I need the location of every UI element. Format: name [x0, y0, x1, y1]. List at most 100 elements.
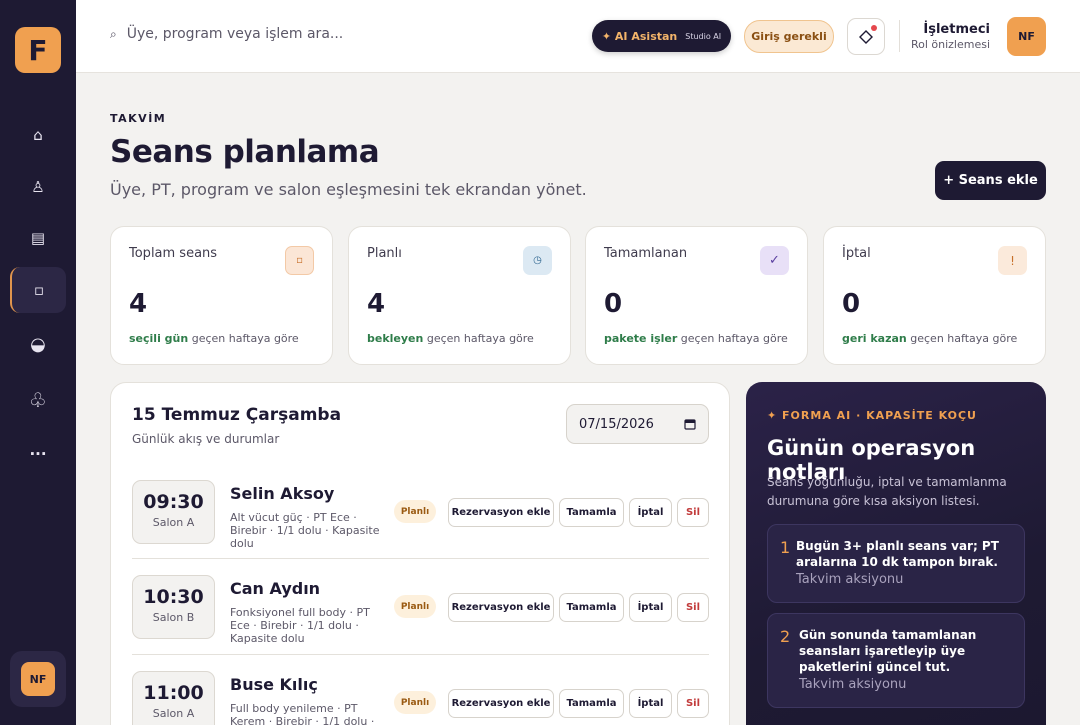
- cancel-button[interactable]: İptal: [629, 498, 672, 527]
- stat-footnote: bekleyen geçen haftaya göre: [367, 332, 534, 345]
- add-session-button[interactable]: + Seans ekle: [935, 161, 1046, 200]
- note-tag: Takvim aksiyonu: [799, 677, 907, 692]
- sidebar-user[interactable]: NF: [10, 651, 66, 707]
- delete-button[interactable]: Sil: [677, 593, 709, 622]
- diamond-icon: [859, 29, 873, 44]
- session-details: Fonksiyonel full body · PT Ece · Birebir…: [230, 606, 370, 645]
- stat-suffix: geçen haftaya göre: [423, 332, 534, 345]
- calendar-icon: ▫: [33, 281, 45, 299]
- stat-label: Toplam seans: [129, 246, 218, 261]
- page-eyebrow: TAKVİM: [110, 112, 167, 125]
- stat-value: 0: [604, 289, 623, 319]
- delete-button[interactable]: Sil: [677, 498, 709, 527]
- session-room: Salon B: [152, 611, 195, 624]
- day-subtitle: Günlük akış ve durumlar: [132, 432, 280, 446]
- complete-button[interactable]: Tamamla: [559, 593, 624, 622]
- stat-highlight: pakete işler: [604, 332, 678, 345]
- time-box: 09:30 Salon A: [132, 480, 215, 544]
- user-info: İşletmeci Rol önizlemesi: [911, 22, 990, 51]
- session-row: 09:30 Salon A Selin Aksoy Alt vücut güç …: [132, 480, 709, 559]
- insight-note[interactable]: 2 Gün sonunda tamamlanan seansları işare…: [767, 613, 1025, 708]
- insight-subtitle: Seans yoğunluğu, iptal ve tamamlanma dur…: [767, 475, 1007, 508]
- stat-label: Tamamlanan: [604, 246, 688, 261]
- note-tag: Takvim aksiyonu: [796, 572, 904, 587]
- status-badge: Planlı: [394, 691, 436, 714]
- nav-programs[interactable]: ▤: [10, 215, 66, 261]
- ai-assistant-label: ✦ AI Asistan: [601, 29, 678, 43]
- cancel-button[interactable]: İptal: [629, 689, 672, 718]
- member-name[interactable]: Can Aydın: [230, 579, 320, 598]
- add-reservation-button[interactable]: Rezervasyon ekle: [448, 593, 554, 622]
- stat-suffix: geçen haftaya göre: [188, 332, 299, 345]
- stat-value: 0: [842, 289, 861, 319]
- half-circle-icon: ◒: [30, 333, 46, 355]
- delete-button[interactable]: Sil: [677, 689, 709, 718]
- session-row: 10:30 Salon B Can Aydın Fonksiyonel full…: [132, 575, 709, 655]
- app-logo[interactable]: F: [15, 27, 61, 73]
- nav-reports[interactable]: ◒: [10, 321, 66, 367]
- session-room: Salon A: [152, 707, 195, 720]
- nav-clubs[interactable]: ♧: [10, 377, 66, 423]
- search-input[interactable]: Üye, program veya işlem ara...: [127, 26, 344, 42]
- note-text: Bugün 3+ planlı seans var; PT aralarına …: [796, 539, 999, 569]
- list-icon: ▤: [30, 229, 46, 247]
- cancel-button[interactable]: İptal: [629, 593, 672, 622]
- time-box: 10:30 Salon B: [132, 575, 215, 639]
- note-number: 1: [780, 538, 791, 557]
- nav-home[interactable]: ⌂: [10, 112, 66, 158]
- user-role: Rol önizlemesi: [910, 38, 990, 51]
- date-value: 07/15/2026: [579, 416, 654, 432]
- stat-value: 4: [367, 289, 386, 319]
- stat-highlight: seçili gün: [129, 332, 189, 345]
- complete-button[interactable]: Tamamla: [559, 689, 624, 718]
- home-icon: ⌂: [33, 126, 43, 144]
- stat-value: 4: [129, 289, 148, 319]
- calendar-icon[interactable]: [684, 418, 696, 430]
- page-subtitle: Üye, PT, program ve salon eşleşmesini te…: [110, 180, 587, 199]
- club-icon: ♧: [29, 388, 47, 412]
- check-icon: ✓: [760, 246, 789, 275]
- stat-card-completed: Tamamlanan ✓ 0 pakete işler geçen haftay…: [585, 226, 808, 365]
- insight-note[interactable]: 1 Bugün 3+ planlı seans var; PT araların…: [767, 524, 1025, 603]
- stat-card-planned: Planlı ◷ 4 bekleyen geçen haftaya göre: [348, 226, 571, 365]
- insight-eyebrow: ✦ FORMA AI · KAPASİTE KOÇU: [767, 409, 977, 422]
- add-reservation-button[interactable]: Rezervasyon ekle: [448, 498, 554, 527]
- clock-icon: ◷: [523, 246, 552, 275]
- page-title: Seans planlama: [110, 134, 380, 170]
- ai-insight-panel: ✦ FORMA AI · KAPASİTE KOÇU Günün operasy…: [746, 382, 1046, 725]
- login-required-button[interactable]: Giriş gerekli: [744, 20, 834, 53]
- user-name: İşletmeci: [923, 22, 990, 37]
- status-badge: Planlı: [394, 500, 436, 523]
- search-icon: ⌕: [110, 26, 117, 41]
- stat-label: Planlı: [367, 246, 402, 261]
- ai-assistant-button[interactable]: ✦ AI Asistan Studio AI: [592, 20, 731, 52]
- search-bar[interactable]: ⌕ Üye, program veya işlem ara...: [110, 26, 343, 42]
- status-badge: Planlı: [394, 595, 436, 618]
- note-text: Gün sonunda tamamlanan seansları işaretl…: [799, 628, 977, 674]
- stat-highlight: bekleyen: [367, 332, 424, 345]
- ai-assistant-sublabel: Studio AI: [685, 31, 722, 41]
- nav-more[interactable]: ···: [10, 431, 66, 477]
- user-avatar[interactable]: NF: [1007, 17, 1046, 56]
- stat-highlight: geri kazan: [842, 332, 907, 345]
- session-time: 09:30: [143, 491, 204, 513]
- stat-suffix: geçen haftaya göre: [906, 332, 1018, 345]
- calendar-icon: ▫: [285, 246, 314, 275]
- add-reservation-button[interactable]: Rezervasyon ekle: [448, 689, 554, 718]
- complete-button[interactable]: Tamamla: [559, 498, 624, 527]
- stat-footnote: geri kazan geçen haftaya göre: [842, 332, 1017, 345]
- session-room: Salon A: [152, 516, 195, 529]
- notification-button[interactable]: [847, 18, 885, 55]
- note-number: 2: [780, 627, 791, 646]
- topbar-divider: [899, 20, 900, 52]
- sidebar: F ⌂ ♙ ▤ ▫ ◒ ♧ ··· NF: [0, 0, 76, 725]
- date-picker[interactable]: 07/15/2026: [566, 404, 709, 444]
- stat-card-cancelled: İptal ! 0 geri kazan geçen haftaya göre: [823, 226, 1046, 365]
- session-time: 11:00: [143, 682, 204, 704]
- nav-calendar[interactable]: ▫: [10, 267, 66, 313]
- member-name[interactable]: Selin Aksoy: [230, 484, 334, 503]
- stat-card-total: Toplam seans ▫ 4 seçili gün geçen haftay…: [110, 226, 333, 365]
- avatar: NF: [21, 662, 55, 696]
- nav-members[interactable]: ♙: [10, 164, 66, 210]
- member-name[interactable]: Buse Kılıç: [230, 675, 318, 694]
